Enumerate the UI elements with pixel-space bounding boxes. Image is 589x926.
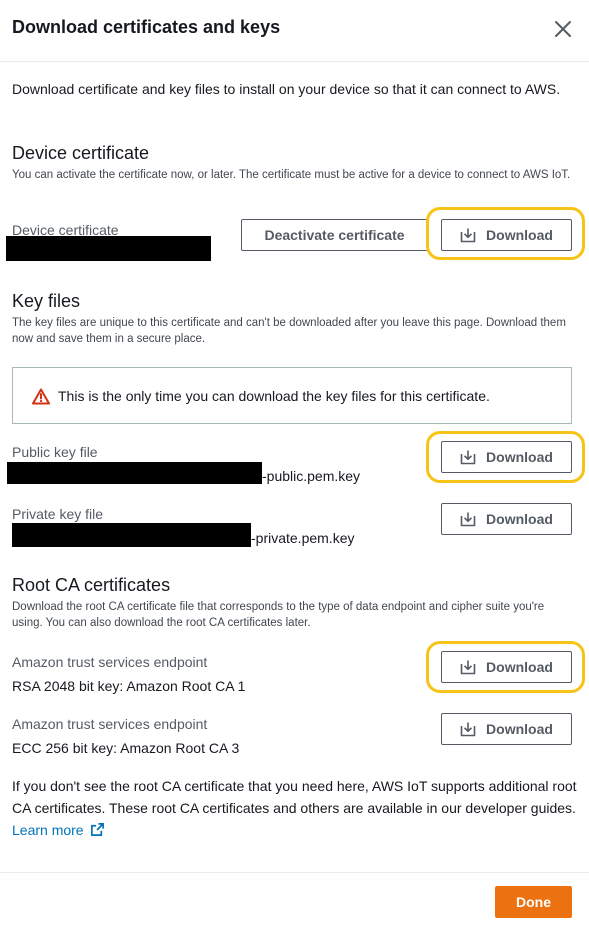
deactivate-certificate-label: Deactivate certificate bbox=[264, 227, 405, 243]
private-key-filename-suffix: -private.pem.key bbox=[251, 530, 355, 546]
download-icon bbox=[460, 512, 476, 527]
deactivate-certificate-button[interactable]: Deactivate certificate bbox=[241, 219, 428, 251]
root-ca-heading: Root CA certificates bbox=[12, 575, 171, 595]
redacted-certificate-id bbox=[6, 236, 211, 261]
key-files-heading: Key files bbox=[12, 291, 81, 311]
download-root-ca-3-button[interactable]: Download bbox=[441, 713, 572, 745]
modal-title: Download certificates and keys bbox=[12, 17, 281, 37]
root-ca-1-value: RSA 2048 bit key: Amazon Root CA 1 bbox=[12, 678, 246, 694]
close-icon bbox=[555, 21, 571, 37]
download-public-key-button[interactable]: Download bbox=[441, 441, 572, 473]
external-link-icon bbox=[91, 823, 105, 836]
key-files-description: The key files are unique to this certifi… bbox=[12, 317, 566, 345]
done-button[interactable]: Done bbox=[495, 886, 572, 918]
root-ca-3-value: ECC 256 bit key: Amazon Root CA 3 bbox=[12, 740, 240, 756]
root-ca-note-text: If you don't see the root CA certificate… bbox=[12, 778, 577, 816]
root-ca-1-label: Amazon trust services endpoint bbox=[12, 654, 208, 670]
download-icon bbox=[460, 660, 476, 675]
device-certificate-heading: Device certificate bbox=[12, 143, 150, 163]
download-icon bbox=[460, 722, 476, 737]
root-ca-note: If you don't see the root CA certificate… bbox=[12, 775, 577, 841]
key-files-warning-alert: This is the only time you can download t… bbox=[12, 367, 572, 424]
done-label: Done bbox=[516, 894, 551, 910]
download-icon bbox=[460, 450, 476, 465]
learn-more-link[interactable]: Learn more bbox=[12, 822, 105, 838]
download-label: Download bbox=[486, 227, 553, 243]
warning-icon bbox=[32, 388, 50, 405]
device-certificate-description: You can activate the certificate now, or… bbox=[12, 169, 571, 181]
download-icon bbox=[460, 228, 476, 243]
download-device-certificate-button[interactable]: Download bbox=[441, 219, 572, 251]
learn-more-label: Learn more bbox=[12, 822, 84, 838]
modal-intro: Download certificate and key files to in… bbox=[12, 81, 561, 97]
footer-divider bbox=[0, 872, 589, 873]
download-private-key-button[interactable]: Download bbox=[441, 503, 572, 535]
redacted-public-key-prefix bbox=[7, 462, 262, 484]
redacted-private-key-prefix bbox=[12, 523, 251, 547]
public-key-filename-suffix: -public.pem.key bbox=[262, 468, 361, 484]
modal-header: Download certificates and keys bbox=[0, 0, 589, 62]
alert-message: This is the only time you can download t… bbox=[58, 388, 490, 404]
public-key-label: Public key file bbox=[12, 444, 98, 460]
private-key-label: Private key file bbox=[12, 506, 104, 522]
download-label: Download bbox=[486, 721, 553, 737]
download-root-ca-1-button[interactable]: Download bbox=[441, 651, 572, 683]
download-label: Download bbox=[486, 449, 553, 465]
root-ca-3-label: Amazon trust services endpoint bbox=[12, 716, 208, 732]
root-ca-description: Download the root CA certificate file th… bbox=[12, 601, 545, 629]
download-label: Download bbox=[486, 511, 553, 527]
close-button[interactable] bbox=[551, 17, 575, 41]
download-label: Download bbox=[486, 659, 553, 675]
